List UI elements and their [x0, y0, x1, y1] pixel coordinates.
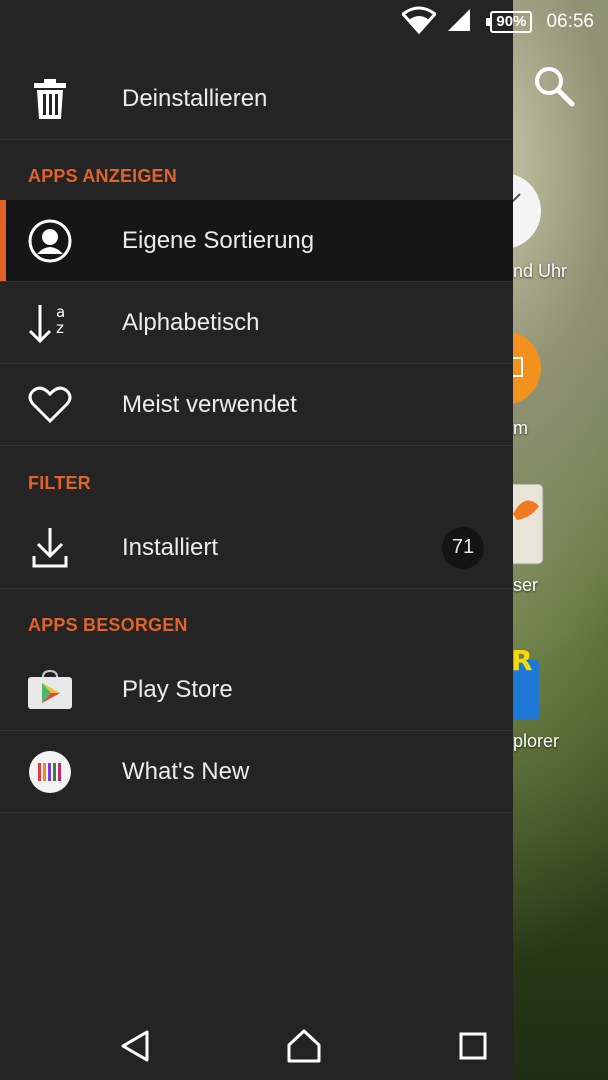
status-bar: 90% 06:56: [0, 0, 608, 44]
recents-icon[interactable]: [445, 1018, 501, 1074]
whats-new-icon: [26, 748, 74, 796]
drawer-item-whats-new[interactable]: What's New: [0, 731, 513, 813]
drawer-item-most-used[interactable]: Meist verwendet: [0, 364, 513, 446]
section-title-filter: FILTER: [28, 473, 91, 493]
navigation-drawer: Deinstallieren APPS ANZEIGEN Eigene Sort…: [0, 0, 513, 1080]
drawer-item-label: What's New: [122, 757, 250, 785]
section-title-apps-anzeigen: APPS ANZEIGEN: [28, 166, 177, 186]
section-title-apps-besorgen: APPS BESORGEN: [28, 615, 188, 635]
drawer-item-custom-sort[interactable]: Eigene Sortierung: [0, 200, 513, 282]
heart-icon: [26, 381, 74, 429]
drawer-item-uninstall[interactable]: Deinstallieren: [0, 58, 513, 140]
play-store-icon: [26, 666, 74, 714]
drawer-item-installed[interactable]: Installiert 71: [0, 507, 513, 589]
drawer-item-label: Deinstallieren: [122, 84, 268, 112]
drawer-item-label: Alphabetisch: [122, 308, 260, 336]
battery-icon: 90%: [486, 11, 533, 33]
app-label-clock: nd Uhr: [513, 261, 568, 281]
sort-az-icon: a z: [26, 299, 74, 347]
search-icon[interactable]: [530, 62, 578, 110]
drawer-item-alphabetical[interactable]: a z Alphabetisch: [0, 282, 513, 364]
download-icon: [26, 524, 74, 572]
trash-icon: [26, 75, 74, 123]
drawer-item-label: Installiert: [122, 533, 219, 561]
status-time: 06:56: [546, 11, 594, 32]
back-icon[interactable]: [108, 1018, 164, 1074]
app-label-orange: m: [513, 418, 528, 438]
svg-text:R: R: [511, 644, 533, 677]
home-icon[interactable]: [276, 1018, 332, 1074]
app-label-browser: ser: [513, 575, 539, 595]
person-circle-icon: [26, 217, 74, 265]
svg-text:z: z: [56, 319, 64, 337]
drawer-item-play-store[interactable]: Play Store: [0, 649, 513, 731]
count-badge: 71: [442, 526, 484, 569]
drawer-item-label: Meist verwendet: [122, 390, 297, 418]
drawer-item-label: Play Store: [122, 675, 233, 703]
system-nav-bar: [0, 1010, 608, 1080]
wifi-icon: [401, 6, 438, 39]
signal-icon: [446, 7, 472, 38]
drawer-item-label: Eigene Sortierung: [122, 226, 315, 254]
app-label-explorer: plorer: [513, 731, 560, 751]
